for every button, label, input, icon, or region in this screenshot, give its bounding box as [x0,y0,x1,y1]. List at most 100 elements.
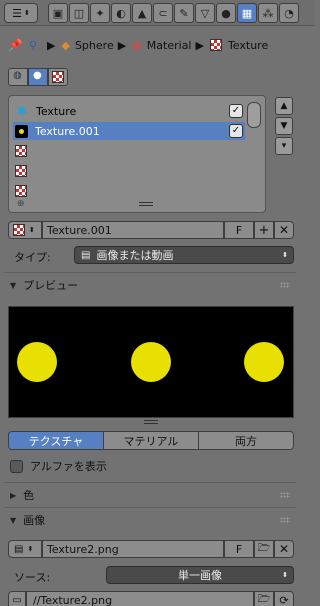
image-source-select[interactable]: 単一画像 ⬍ [106,566,294,584]
brush-texture-button[interactable] [48,68,68,86]
move-slot-down-button[interactable]: ▼ [275,117,293,135]
list-item[interactable] [13,182,245,200]
tab-object[interactable]: ▲ [132,3,152,23]
filepath-field[interactable]: //Texture2.png [26,591,254,606]
tab-material-preview[interactable]: マテリアル [104,432,199,449]
package-icon: ▭ [12,594,22,606]
drag-grip-icon[interactable] [280,492,290,498]
move-slot-up-button[interactable]: ▲ [275,97,293,115]
image-name: Texture2.png [47,542,119,556]
list-item[interactable] [13,162,245,180]
show-alpha-toggle[interactable]: アルファを表示 [10,458,107,474]
tab-world[interactable]: ◐ [111,3,131,23]
resize-handle[interactable] [139,202,153,206]
pin-icon[interactable]: 📌 [8,38,23,52]
breadcrumb-item-material: Material [146,38,192,52]
pack-image-button[interactable]: ▭ [8,591,26,606]
tab-constraints[interactable]: ⊂ [153,3,173,23]
slot-enable-checkbox[interactable]: ✓ [229,124,243,138]
tab-both-preview[interactable]: 両方 [199,432,293,449]
tab-render[interactable]: ▣ [48,3,68,23]
blend-texture-icon: ✱ [16,104,28,118]
image-icon: ▤ [14,543,24,555]
tab-modifiers[interactable]: ✎ [174,3,194,23]
list-item[interactable]: Texture.001 ✓ [13,122,245,140]
physics-icon: ◔ [284,6,294,20]
image-fake-user-button[interactable]: F [224,540,254,558]
drag-grip-icon[interactable] [280,282,290,288]
divider [4,272,296,273]
drag-grip-icon[interactable] [280,517,290,523]
image-texture-icon [15,124,28,138]
unlink-texture-button[interactable]: ✕ [274,221,294,239]
fake-user-button[interactable]: F [224,221,254,239]
tab-texture[interactable]: ▦ [237,3,257,23]
unlink-image-button[interactable]: ✕ [274,540,294,558]
tab-texture-preview[interactable]: テクスチャ [9,432,104,449]
triangle-down-icon: ▼ [10,515,17,525]
fake-user-label: F [235,542,243,556]
tab-data[interactable]: ▽ [195,3,215,23]
triangle-down-icon: ▼ [10,280,17,290]
color-panel-header[interactable]: ▶ 色 [4,484,296,506]
preview-resize-handle[interactable] [144,420,158,424]
triangle-down-icon: ▼ [280,121,288,131]
material-texture-button[interactable]: ● [28,68,48,86]
texture-slot-list: ✱ Texture ✓ Texture.001 ✓ ⊕ [8,95,266,213]
reload-image-button[interactable]: ⟳ [274,591,294,606]
render-icon: ▣ [52,6,64,20]
texture-browse-button[interactable]: ⬍ [8,221,42,239]
triangle-right-icon: ▶ [10,490,17,500]
list-scrollbar[interactable] [247,102,261,128]
slot-specials-menu[interactable]: ▾ [275,137,293,155]
material-icon: ● [33,70,42,81]
world-icon: ◐ [116,6,126,20]
tab-physics[interactable]: ◔ [279,3,299,23]
list-item[interactable] [13,142,245,160]
panel-title: 画像 [23,514,46,527]
list-item[interactable]: ✱ Texture ✓ [13,102,245,120]
slot-enable-checkbox[interactable]: ✓ [229,104,243,118]
new-texture-button[interactable]: + [254,221,274,239]
image-name-field[interactable]: Texture2.png [42,540,224,558]
browse-file-button[interactable]: 🗁 [254,591,274,606]
texture-name: Texture.001 [47,223,112,237]
preview-mode-tabs: テクスチャ マテリアル 両方 [8,431,294,450]
reload-icon: ⟳ [279,593,289,606]
chevron-updown-icon: ⬍ [282,251,288,259]
empty-slot-icon [15,165,27,177]
material-icon: ● [221,6,231,20]
object-icon: ▲ [137,6,147,20]
dropdown-icon: ▾ [281,141,287,151]
editor-type-selector[interactable]: ☰ ⬍ [4,3,38,23]
show-alpha-checkbox[interactable] [10,459,23,473]
tab-scene[interactable]: ✦ [90,3,110,23]
preview-panel-header[interactable]: ▼ プレビュー [4,274,296,296]
image-source-value: 単一画像 [178,569,222,582]
slot-label: Texture.001 [35,124,100,138]
material-icon: ● [132,38,142,52]
tab-material[interactable]: ● [216,3,236,23]
filter-toggle-icon[interactable]: ⊕ [17,199,25,209]
show-alpha-label: アルファを表示 [30,460,107,473]
image-panel-header[interactable]: ▼ 画像 [4,509,296,531]
triangle-up-icon: ▲ [280,101,288,111]
open-image-button[interactable]: 🗁 [254,540,274,558]
divider [4,482,296,483]
data-icon: ▽ [200,6,210,20]
empty-slot-icon [15,145,27,157]
texture-type-select[interactable]: ▤ 画像または動画 ⬍ [74,246,294,264]
breadcrumb: 📌 ⚲ ▶ ◆ Sphere ▶ ● Material ▶ Texture [8,34,268,56]
tab-particles[interactable]: ⁂ [258,3,278,23]
image-browse-button[interactable]: ▤ ⬍ [8,540,42,558]
breadcrumb-item-texture: Texture [227,38,269,52]
texture-name-field[interactable]: Texture.001 [42,221,224,239]
close-icon: ✕ [278,542,290,556]
preview-dot [244,342,284,382]
empty-slot-icon [15,185,27,197]
panel-title: 色 [23,489,35,502]
tab-render-layers[interactable]: ◫ [69,3,89,23]
world-texture-button[interactable]: ◍ [8,68,28,86]
particles-icon: ⁂ [262,6,274,20]
chevron-updown-icon: ⬍ [27,545,34,553]
